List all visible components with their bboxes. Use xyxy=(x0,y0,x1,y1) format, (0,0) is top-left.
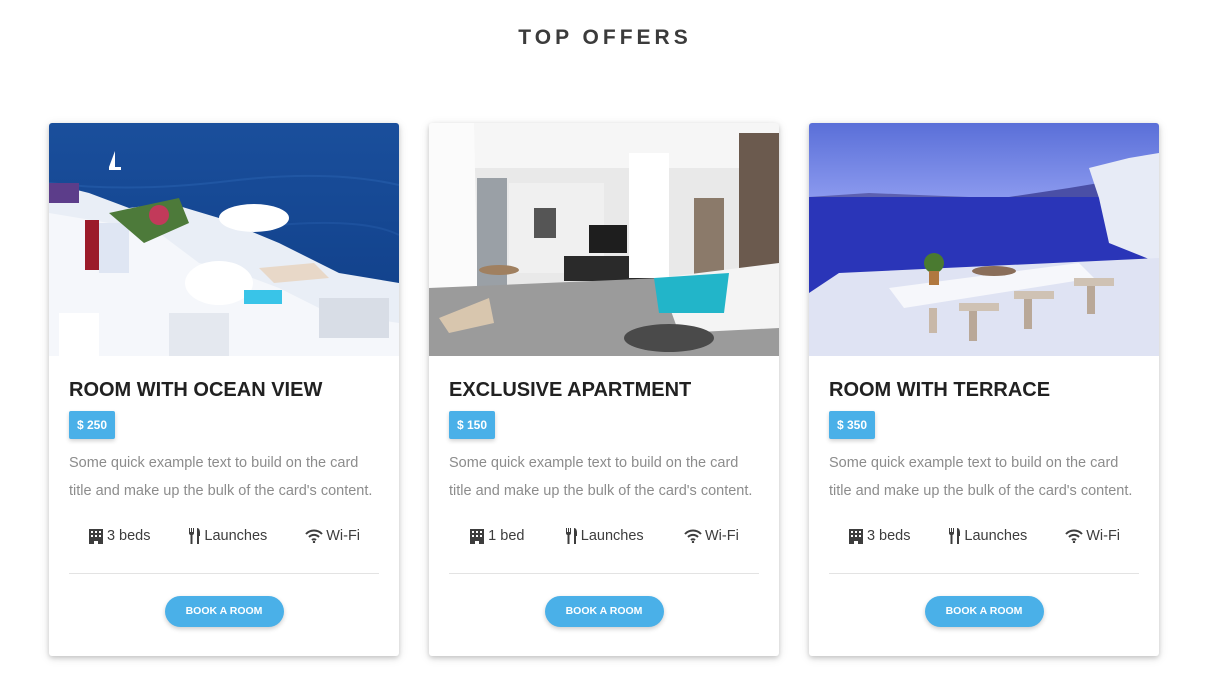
card-description: Some quick example text to build on the … xyxy=(829,455,1133,499)
amenity-launches: Launches xyxy=(948,528,1027,544)
card-description: Some quick example text to build on the … xyxy=(69,455,373,499)
building-icon xyxy=(88,528,104,544)
wifi-icon xyxy=(684,529,702,543)
book-room-button[interactable]: BOOK A ROOM xyxy=(544,596,664,627)
amenity-label: 3 beds xyxy=(866,528,911,544)
amenity-beds: 3 beds xyxy=(88,528,151,544)
amenity-label: Wi-Fi xyxy=(326,528,361,544)
utensils-icon xyxy=(948,528,961,544)
card-title: ROOM WITH OCEAN VIEW xyxy=(69,379,323,401)
amenity-label: Launches xyxy=(964,528,1028,544)
wifi-icon xyxy=(1065,529,1083,543)
amenity-wifi: Wi-Fi xyxy=(1065,528,1120,544)
building-icon xyxy=(848,528,864,544)
amenity-label: Launches xyxy=(204,528,268,544)
book-room-button[interactable]: BOOK A ROOM xyxy=(924,596,1044,627)
utensils-icon xyxy=(565,528,578,544)
amenity-launches: Launches xyxy=(188,528,267,544)
amenities-row: 3 beds Launches Wi-Fi xyxy=(69,525,379,547)
amenity-beds: 1 bed xyxy=(469,528,524,544)
apartment-interior-photo xyxy=(429,123,779,356)
price-badge: $ 350 xyxy=(829,411,876,439)
divider xyxy=(69,573,379,574)
offer-card-exclusive-apartment: EXCLUSIVE APARTMENT $ 150 Some quick exa… xyxy=(429,123,779,656)
amenity-wifi: Wi-Fi xyxy=(305,528,360,544)
price-badge: $ 250 xyxy=(69,411,116,439)
card-description: Some quick example text to build on the … xyxy=(449,455,753,499)
section-title: TOP OFFERS xyxy=(518,26,692,49)
divider xyxy=(829,573,1139,574)
utensils-icon xyxy=(188,528,201,544)
amenity-beds: 3 beds xyxy=(848,528,911,544)
amenity-wifi: Wi-Fi xyxy=(684,528,739,544)
amenity-label: Launches xyxy=(580,528,644,544)
offer-card-terrace: ROOM WITH TERRACE $ 350 Some quick examp… xyxy=(809,123,1159,656)
wifi-icon xyxy=(305,529,323,543)
amenity-label: Wi-Fi xyxy=(705,528,739,544)
price-badge: $ 150 xyxy=(449,411,496,439)
amenity-launches: Launches xyxy=(565,528,644,544)
amenities-row: 1 bed Launches Wi-Fi xyxy=(449,525,759,547)
amenity-label: 3 beds xyxy=(106,528,151,544)
amenity-label: Wi-Fi xyxy=(1086,528,1121,544)
santorini-ocean-view-photo xyxy=(49,123,399,356)
building-icon xyxy=(469,528,485,544)
terrace-sea-view-photo xyxy=(809,123,1159,356)
amenities-row: 3 beds Launches Wi-Fi xyxy=(829,525,1139,547)
offer-card-ocean-view: ROOM WITH OCEAN VIEW $ 250 Some quick ex… xyxy=(49,123,399,656)
card-title: ROOM WITH TERRACE xyxy=(829,379,1051,401)
card-title: EXCLUSIVE APARTMENT xyxy=(449,379,692,401)
amenity-label: 1 bed xyxy=(488,528,525,544)
divider xyxy=(449,573,759,574)
book-room-button[interactable]: BOOK A ROOM xyxy=(164,596,284,627)
